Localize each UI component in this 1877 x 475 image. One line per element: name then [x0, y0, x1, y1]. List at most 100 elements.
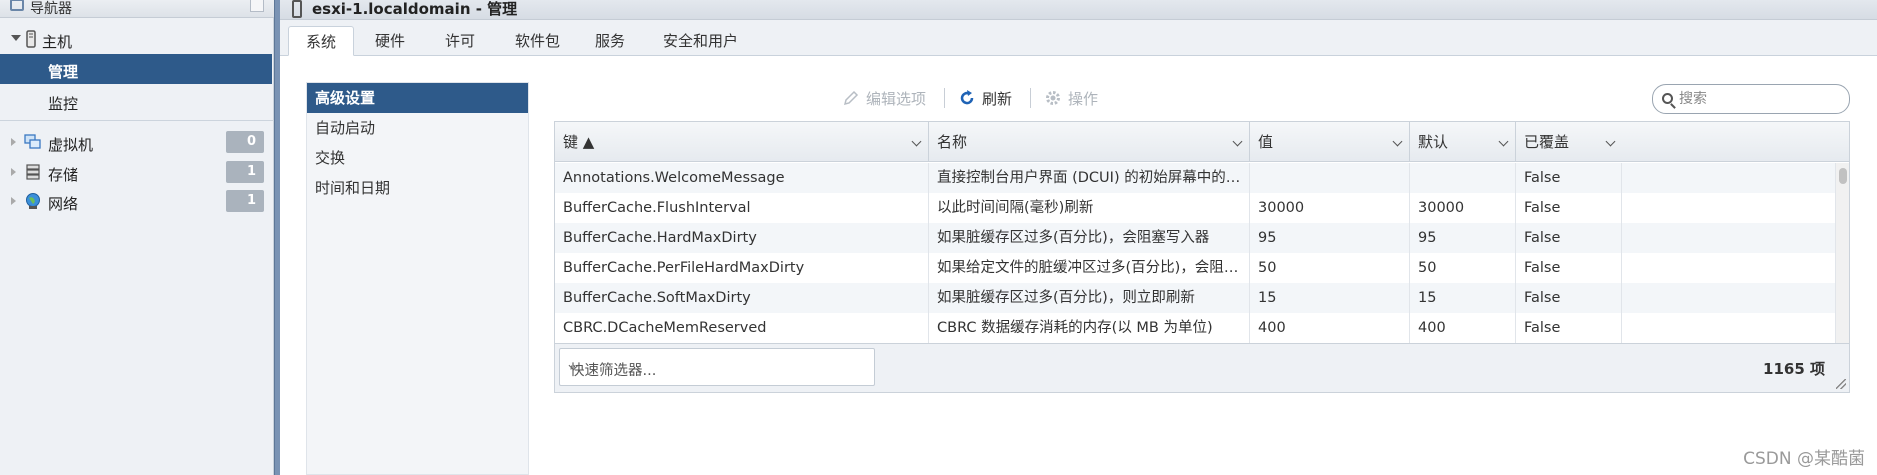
table-cell: 50 [1250, 253, 1410, 283]
table-cell: BufferCache.PerFileHardMaxDirty [555, 253, 929, 283]
refresh-button[interactable]: 刷新 [958, 86, 1012, 110]
toolbar-divider [1030, 88, 1031, 108]
table-cell: 15 [1250, 283, 1410, 313]
tree-item-network[interactable]: 网络 1 [0, 186, 272, 216]
search-icon [1662, 93, 1673, 104]
refresh-icon [960, 90, 974, 105]
quick-filter-select[interactable]: 快速筛选器... [559, 348, 875, 386]
table-cell [1250, 163, 1410, 193]
table-cell: False [1516, 193, 1622, 223]
table-cell: 如果脏缓存区过多(百分比)，则立即刷新 [929, 283, 1250, 313]
main-header: esxi-1.localdomain - 管理 [280, 0, 1877, 20]
chevron-down-icon[interactable] [1392, 136, 1403, 147]
table-cell: 如果给定文件的脏缓冲区过多(百分比)，会阻塞写入器 [929, 253, 1250, 283]
navigator-header: 导航器 [0, 0, 274, 18]
table-cell [1410, 163, 1516, 193]
table-cell: False [1516, 283, 1622, 313]
submenu-autostart[interactable]: 自动启动 [307, 113, 528, 143]
tab-security-users[interactable]: 安全和用户 [646, 26, 755, 56]
chevron-down-icon[interactable] [1498, 136, 1509, 147]
network-globe-icon [26, 193, 40, 209]
host-icon [26, 30, 36, 48]
collapse-navigator-button[interactable] [250, 0, 264, 12]
host-icon [292, 0, 302, 18]
resize-grip-icon[interactable] [1836, 379, 1846, 389]
edit-option-label: 编辑选项 [866, 89, 927, 108]
count-badge: 1 [226, 161, 264, 183]
table-cell: 直接控制台用户界面 (DCUI) 的初始屏幕中的欢迎消息 [929, 163, 1250, 193]
virtual-machine-icon [24, 134, 41, 149]
vertical-scrollbar[interactable] [1835, 163, 1849, 343]
storage-icon [26, 164, 40, 180]
actions-button[interactable]: 操作 [1044, 86, 1098, 110]
table-row[interactable]: BufferCache.PerFileHardMaxDirty 如果给定文件的脏缓… [555, 253, 1835, 283]
column-header-key[interactable]: 键 ▲ [555, 122, 929, 162]
edit-option-button[interactable]: 编辑选项 [842, 86, 926, 110]
table-row[interactable]: CBRC.DCacheMemReserved CBRC 数据缓存消耗的内存(以 M… [555, 313, 1835, 343]
search-input[interactable] [1679, 89, 1839, 109]
count-badge: 0 [226, 131, 264, 153]
page-title: esxi-1.localdomain - 管理 [312, 0, 518, 18]
table-cell: False [1516, 223, 1622, 253]
actions-label: 操作 [1068, 89, 1099, 108]
chevron-down-icon[interactable] [1232, 136, 1243, 147]
toolbar: 编辑选项 刷新 操作 [560, 84, 1850, 114]
table-row[interactable]: BufferCache.SoftMaxDirty 如果脏缓存区过多(百分比)，则立… [555, 283, 1835, 313]
column-header-value[interactable]: 值 [1250, 122, 1410, 162]
tab-packages[interactable]: 软件包 [498, 26, 577, 56]
search-box[interactable] [1652, 84, 1850, 114]
grid-header: 键 ▲ 名称 值 默认 已覆盖 [555, 122, 1849, 162]
tree-item-label: 监控 [48, 95, 79, 113]
table-cell: 以此时间间隔(毫秒)刷新 [929, 193, 1250, 223]
table-cell: 50 [1410, 253, 1516, 283]
table-row[interactable]: BufferCache.FlushInterval 以此时间间隔(毫秒)刷新 300… [555, 193, 1835, 223]
chevron-down-icon[interactable] [1605, 136, 1616, 147]
tree-item-monitor[interactable]: 监控 [0, 86, 272, 116]
table-cell: CBRC 数据缓存消耗的内存(以 MB 为单位) [929, 313, 1250, 343]
table-cell: 30000 [1250, 193, 1410, 223]
table-row[interactable]: Annotations.WelcomeMessage 直接控制台用户界面 (DCU… [555, 163, 1835, 193]
table-cell: 400 [1250, 313, 1410, 343]
count-badge: 1 [226, 190, 264, 212]
scrollbar-thumb[interactable] [1839, 168, 1847, 184]
table-cell: Annotations.WelcomeMessage [555, 163, 929, 193]
tree-item-virtual-machines[interactable]: 虚拟机 0 [0, 127, 272, 157]
navigator-title: 导航器 [30, 1, 72, 17]
tree-item-storage[interactable]: 存储 1 [0, 157, 272, 187]
grid-footer: 快速筛选器... 1165 项 [555, 343, 1849, 392]
chevron-down-icon[interactable] [911, 136, 922, 147]
expand-arrow-icon[interactable] [11, 168, 16, 176]
tab-hardware[interactable]: 硬件 [358, 26, 422, 56]
tree-item-manage[interactable]: 管理 [0, 54, 272, 84]
expand-arrow-icon[interactable] [11, 35, 21, 41]
table-cell: 15 [1410, 283, 1516, 313]
quick-filter-placeholder: 快速筛选器... [570, 363, 657, 379]
tree-item-label: 虚拟机 [48, 136, 94, 154]
tree-item-label: 网络 [48, 195, 79, 213]
pencil-icon [843, 90, 859, 106]
submenu-time-date[interactable]: 时间和日期 [307, 173, 528, 203]
tab-license[interactable]: 许可 [428, 26, 492, 56]
gear-icon [1046, 91, 1060, 105]
table-cell: False [1516, 253, 1622, 283]
expand-arrow-icon[interactable] [11, 138, 16, 146]
navigator-panel: 导航器 主机 管理 监控 虚拟机 0 存储 1 网络 1 [0, 0, 274, 475]
tree-item-host[interactable]: 主机 [0, 24, 272, 54]
table-row[interactable]: BufferCache.HardMaxDirty 如果脏缓存区过多(百分比)，会阻… [555, 223, 1835, 253]
toolbar-divider [944, 88, 945, 108]
advanced-settings-grid: 键 ▲ 名称 值 默认 已覆盖 Annotations.WelcomeMessa… [554, 121, 1850, 393]
table-cell: 400 [1410, 313, 1516, 343]
column-header-name[interactable]: 名称 [929, 122, 1250, 162]
table-cell: 如果脏缓存区过多(百分比)，会阻塞写入器 [929, 223, 1250, 253]
submenu-advanced-settings[interactable]: 高级设置 [307, 83, 528, 113]
submenu-swap[interactable]: 交换 [307, 143, 528, 173]
expand-arrow-icon[interactable] [11, 197, 16, 205]
table-cell: BufferCache.HardMaxDirty [555, 223, 929, 253]
grid-body: Annotations.WelcomeMessage 直接控制台用户界面 (DCU… [555, 163, 1849, 343]
table-cell: False [1516, 163, 1622, 193]
column-header-default[interactable]: 默认 [1410, 122, 1516, 162]
tab-system[interactable]: 系统 [288, 26, 355, 56]
tab-services[interactable]: 服务 [578, 26, 642, 56]
navigator-icon [10, 0, 24, 11]
column-header-overridden[interactable]: 已覆盖 [1516, 122, 1622, 162]
